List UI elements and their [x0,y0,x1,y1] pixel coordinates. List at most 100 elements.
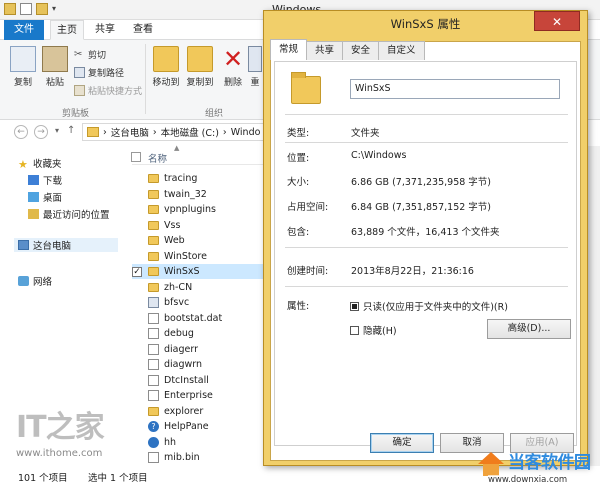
back-button[interactable]: ← [14,125,28,139]
tab-security[interactable]: 安全 [342,41,380,60]
breadcrumb-local-disk[interactable]: 本地磁盘 (C:) [161,125,219,139]
file-row[interactable]: diagwrn [132,357,272,372]
folder-name-input[interactable]: WinSxS [350,79,560,99]
ok-button[interactable]: 确定 [370,433,434,453]
nav-item-network[interactable]: 网络 [18,274,52,288]
file-row[interactable]: Vss [132,218,272,233]
copy-button[interactable]: 复制 [8,46,38,88]
file-row[interactable]: diagerr [132,342,272,357]
hidden-checkbox-row[interactable]: 隐藏(H) [350,323,397,337]
nav-item-desktop[interactable]: 桌面 [28,190,62,204]
column-header-name[interactable]: ▲ 名称 [131,144,272,165]
row-checkbox[interactable] [132,453,142,463]
close-button[interactable]: ✕ [534,11,580,31]
row-checkbox[interactable] [132,189,142,199]
file-row[interactable]: explorer [132,404,272,419]
file-name: Web [164,235,185,246]
nav-item-label: 最近访问的位置 [43,210,110,221]
corner-watermark: 当客软件园 www.downxia.com [474,448,600,488]
file-name: mib.bin [164,452,200,463]
advanced-button[interactable]: 高级(D)... [487,319,571,339]
file-row[interactable]: debug [132,326,272,341]
row-checkbox[interactable] [132,298,142,308]
move-to-label: 移动到 [152,78,180,88]
quick-access-toolbar: ▾ [4,3,61,15]
breadcrumb-windows[interactable]: Windo [231,127,261,138]
properties-icon[interactable] [20,3,32,15]
new-folder-icon[interactable] [36,3,48,15]
row-checkbox[interactable] [132,437,142,447]
row-checkbox[interactable] [132,251,142,261]
breadcrumb-sep: › [222,126,227,138]
row-checkbox[interactable] [132,205,142,215]
recent-locations-chevron-icon[interactable]: ▾ [55,126,59,135]
chevron-down-icon[interactable]: ▾ [52,3,61,15]
created-row: 创建时间: 2013年8月22日，21:36:16 [287,263,567,277]
size-row: 大小: 6.86 GB (7,371,235,958 字节) [287,174,567,188]
forward-button[interactable]: → [34,125,48,139]
rename-button[interactable]: 重 [248,46,262,88]
delete-button[interactable]: ✕ 删除 [220,46,246,88]
help-file-icon [148,436,159,448]
contains-row: 包含: 63,889 个文件，16,413 个文件夹 [287,224,567,238]
file-row[interactable]: vpnplugins [132,202,272,217]
cut-label: 剪切 [88,51,107,61]
move-to-button[interactable]: 移动到 [150,46,182,88]
row-checkbox[interactable] [132,391,142,401]
breadcrumb-this-pc[interactable]: 这台电脑 [111,125,149,139]
file-row[interactable]: ? HelpPane [132,419,272,434]
select-all-checkbox[interactable] [131,152,141,162]
file-row[interactable]: Web [132,233,272,248]
file-row[interactable]: zh-CN [132,280,272,295]
paste-shortcut-button[interactable]: 粘贴快捷方式 [74,84,142,97]
tab-home[interactable]: 主页 [50,20,84,40]
row-checkbox[interactable]: ✓ [132,266,142,277]
tab-customize[interactable]: 自定义 [378,41,425,60]
file-row[interactable]: tracing [132,171,272,186]
cut-button[interactable]: ✂ 剪切 [74,48,106,61]
hidden-checkbox[interactable] [350,325,359,335]
nav-item-recent[interactable]: 最近访问的位置 [28,207,110,221]
row-checkbox[interactable] [132,360,142,370]
paste-button[interactable]: 粘贴 [40,46,70,88]
tab-sharing[interactable]: 共享 [306,41,344,60]
group-separator [145,44,146,114]
file-row[interactable]: ✓ WinSxS [132,264,272,279]
row-checkbox[interactable] [132,344,142,354]
star-icon: ★ [18,158,28,171]
copy-icon [10,46,36,72]
row-checkbox[interactable] [132,236,142,246]
file-row[interactable]: DtcInstall [132,373,272,388]
folder-icon[interactable] [4,3,16,15]
readonly-checkbox[interactable] [350,301,359,311]
file-row[interactable]: bfsvc [132,295,272,310]
file-row[interactable]: Enterprise [132,388,272,403]
dialog-title-bar[interactable]: WinSxS 属性 ✕ [264,11,587,37]
nav-item-favorites[interactable]: ★ 收藏夹 [18,156,62,171]
tab-share[interactable]: 共享 [88,20,122,40]
row-checkbox[interactable] [132,422,142,432]
nav-item-this-pc[interactable]: 这台电脑 [14,238,118,252]
file-row[interactable]: hh [132,435,272,450]
tab-view[interactable]: 查看 [126,20,160,40]
file-row[interactable]: bootstat.dat [132,311,272,326]
row-checkbox[interactable] [132,375,142,385]
row-checkbox[interactable] [132,313,142,323]
row-checkbox[interactable] [132,174,142,184]
row-checkbox[interactable] [132,406,142,416]
file-row[interactable]: twain_32 [132,187,272,202]
row-checkbox[interactable] [132,220,142,230]
row-checkbox[interactable] [132,282,142,292]
readonly-checkbox-row[interactable]: 只读(仅应用于文件夹中的文件)(R) [350,299,508,313]
row-checkbox[interactable] [132,329,142,339]
address-bar[interactable]: › 这台电脑 › 本地磁盘 (C:) › Windo [82,123,267,141]
copy-to-button[interactable]: 复制到 [184,46,216,88]
tab-file[interactable]: 文件 [4,20,44,40]
file-row[interactable]: mib.bin [132,450,272,465]
file-row[interactable]: WinStore [132,249,272,264]
copy-path-button[interactable]: 复制路径 [74,66,124,79]
nav-item-downloads[interactable]: 下载 [28,173,62,187]
up-arrow-icon[interactable]: ↑ [67,125,75,136]
tab-general[interactable]: 常规 [270,39,308,60]
file-list-scrollbar[interactable] [588,146,600,466]
